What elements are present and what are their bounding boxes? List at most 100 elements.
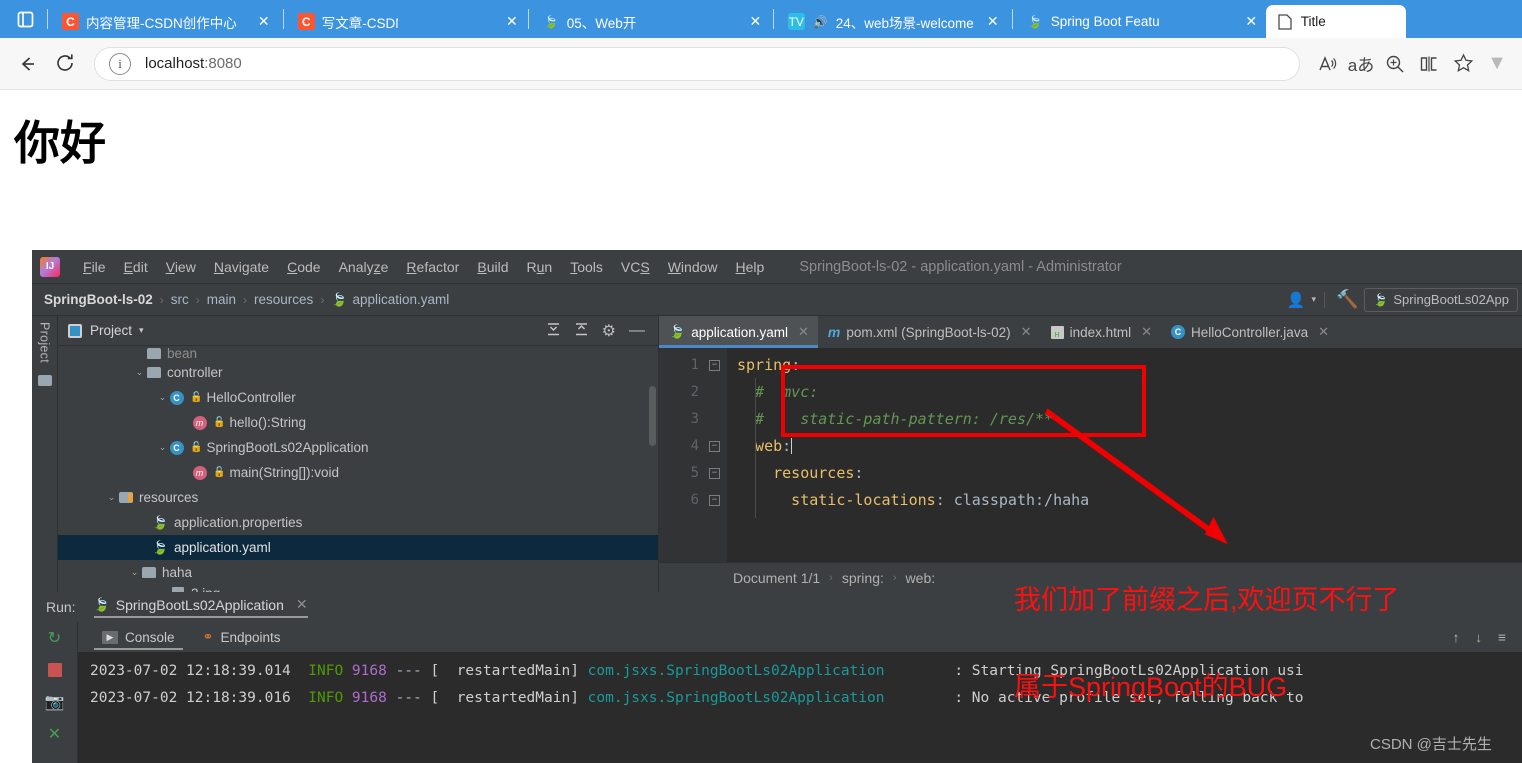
breadcrumb-project[interactable]: SpringBoot-ls-02 (44, 292, 153, 307)
browser-tab-0[interactable]: C 内容管理-CSDN创作中心 ✕ (51, 5, 280, 38)
close-icon[interactable]: ✕ (1243, 12, 1260, 32)
tab-endpoints[interactable]: ⚭ Endpoints (189, 622, 295, 652)
read-aloud-icon[interactable] (1310, 47, 1344, 81)
camera-icon[interactable]: 📷 (45, 692, 65, 712)
zoom-icon[interactable] (1378, 47, 1412, 81)
chevron-down-icon[interactable]: ⌄ (156, 392, 169, 403)
user-icon[interactable]: 👤 (1287, 291, 1306, 309)
reload-button[interactable] (46, 45, 84, 83)
browser-tab-5[interactable]: Title (1265, 5, 1406, 38)
browser-tab-2[interactable]: 🍃 05、Web开发 ✕ (532, 5, 770, 38)
breadcrumb-resources[interactable]: resources (254, 292, 313, 307)
menu-refactor[interactable]: Refactor (397, 257, 468, 277)
hide-panel-icon[interactable]: — (629, 322, 645, 340)
editor-tab-pom-xml[interactable]: m pom.xml (SpringBoot-ls-02) ✕ (818, 316, 1041, 348)
console-output[interactable]: 2023-07-02 12:18:39.014 INFO 9168 --- [ … (78, 652, 1522, 763)
close-icon[interactable]: ✕ (1141, 324, 1152, 340)
overflow-chevron-icon[interactable]: ▼ (1480, 47, 1514, 81)
browser-tab-4[interactable]: 🍃 Spring Boot Features ✕ (1016, 5, 1266, 38)
rerun-icon[interactable]: ↻ (48, 628, 61, 648)
close-icon[interactable]: ✕ (1318, 324, 1329, 340)
expand-all-icon[interactable] (546, 322, 561, 340)
pin-icon[interactable]: ✕ (48, 724, 61, 744)
breadcrumb-main[interactable]: main (207, 292, 236, 307)
close-icon[interactable]: ✕ (505, 12, 519, 32)
tree-item-label: SpringBootLs02Application (206, 440, 369, 455)
breadcrumb-web[interactable]: web: (906, 570, 936, 586)
editor-gutter[interactable]: 1− 2 3 4− 5− 6− (659, 348, 727, 562)
menu-edit[interactable]: Edit (115, 257, 157, 277)
split-screen-icon[interactable] (1412, 47, 1446, 81)
close-icon[interactable]: ✕ (747, 12, 764, 32)
breadcrumb-src[interactable]: src (171, 292, 189, 307)
menu-view[interactable]: View (157, 257, 205, 277)
tree-item-application-properties[interactable]: 🍃 application.properties (58, 510, 658, 535)
tree-item-application-yaml[interactable]: 🍃 application.yaml (58, 535, 658, 560)
run-configuration-selector[interactable]: 🍃 SpringBootLs02App (1364, 287, 1518, 312)
menu-tools[interactable]: Tools (561, 257, 612, 277)
chevron-down-icon[interactable]: ▾ (1311, 294, 1316, 305)
run-configuration-tab[interactable]: 🍃 SpringBootLs02Application ✕ (93, 596, 308, 618)
tree-item-hello-method[interactable]: m 🔓 hello():String (58, 410, 658, 435)
editor-tab-index-html[interactable]: H index.html ✕ (1041, 316, 1161, 348)
menu-vcs[interactable]: VCS (612, 257, 659, 277)
editor-tab-application-yaml[interactable]: 🍃 application.yaml ✕ (659, 316, 818, 348)
menu-navigate[interactable]: Navigate (205, 257, 278, 277)
collapse-all-icon[interactable] (574, 322, 589, 340)
site-info-icon[interactable]: i (109, 52, 131, 75)
tree-item-hellocontroller[interactable]: ⌄ C 🔓 HelloController (58, 385, 658, 410)
menu-analyze[interactable]: Analyze (330, 257, 398, 277)
address-bar[interactable]: i localhost:8080 (94, 46, 1300, 81)
scroll-down-icon[interactable]: ↓ (1475, 630, 1482, 645)
build-hammer-icon[interactable]: 🔨 (1336, 289, 1358, 310)
breadcrumb-spring[interactable]: spring: (842, 570, 884, 586)
tool-window-button-project[interactable]: Project (38, 322, 52, 363)
chevron-down-icon[interactable]: ⌄ (133, 367, 146, 378)
tree-item-bean[interactable]: bean (58, 346, 658, 360)
close-icon[interactable]: ✕ (1021, 324, 1032, 340)
fold-marker[interactable]: − (709, 468, 720, 479)
breadcrumb-file[interactable]: 🍃 application.yaml (331, 292, 449, 308)
tab-console[interactable]: ▶ Console (88, 622, 189, 652)
stop-icon[interactable] (47, 660, 62, 680)
scroll-up-icon[interactable]: ↑ (1453, 630, 1460, 645)
tree-item-resources[interactable]: ⌄ resources (58, 485, 658, 510)
close-icon[interactable]: ✕ (798, 324, 809, 340)
settings-gear-icon[interactable]: ⚙ (602, 321, 616, 341)
menu-build[interactable]: Build (468, 257, 517, 277)
menu-help[interactable]: Help (727, 257, 774, 277)
tree-item-2jpg[interactable]: 2.jpg (58, 585, 658, 592)
chevron-down-icon[interactable]: ⌄ (156, 442, 169, 453)
tree-item-springbootls02application[interactable]: ⌄ C 🔓 SpringBootLs02Application (58, 435, 658, 460)
close-icon[interactable]: ✕ (296, 596, 308, 613)
chevron-down-icon[interactable]: ⌄ (128, 567, 141, 578)
tree-item-main-method[interactable]: m 🔓 main(String[]):void (58, 460, 658, 485)
tab-list-icon[interactable] (6, 0, 44, 38)
back-button[interactable] (8, 45, 46, 83)
menu-code[interactable]: Code (278, 257, 329, 277)
fold-marker[interactable]: − (709, 495, 720, 506)
translate-icon[interactable]: aあ (1344, 47, 1378, 81)
editor-tab-hellocontroller-java[interactable]: C HelloController.java ✕ (1161, 316, 1338, 348)
project-tree-scrollbar[interactable] (649, 386, 656, 446)
close-icon[interactable]: ✕ (254, 12, 274, 32)
code-editor[interactable]: 1− 2 3 4− 5− 6− spring: # mvc: # static-… (659, 348, 1522, 562)
structure-folder-icon[interactable] (37, 375, 52, 387)
menu-run[interactable]: Run (518, 257, 562, 277)
tree-item-controller[interactable]: ⌄ controller (58, 360, 658, 385)
code-text-area[interactable]: spring: # mvc: # static-path-pattern: /r… (727, 348, 1522, 562)
favorite-star-icon[interactable] (1446, 47, 1480, 81)
soft-wrap-icon[interactable]: ≡ (1498, 630, 1506, 645)
menu-file[interactable]: FFileile (74, 257, 115, 277)
project-tree[interactable]: bean ⌄ controller ⌄ C 🔓 HelloController … (58, 346, 658, 592)
fold-marker[interactable]: − (709, 360, 720, 371)
fold-marker[interactable]: − (709, 441, 720, 452)
tree-item-haha[interactable]: ⌄ haha (58, 560, 658, 585)
browser-tab-3[interactable]: TV 🔊 24、web场景-welcome ✕ (777, 5, 1009, 38)
menu-window[interactable]: Window (659, 257, 727, 277)
close-icon[interactable]: ✕ (983, 12, 1003, 32)
bilibili-icon: TV (787, 13, 805, 30)
chevron-down-icon[interactable]: ▾ (139, 325, 144, 336)
browser-tab-1[interactable]: C 写文章-CSDN博客 ✕ (287, 5, 525, 38)
chevron-down-icon[interactable]: ⌄ (105, 492, 118, 503)
